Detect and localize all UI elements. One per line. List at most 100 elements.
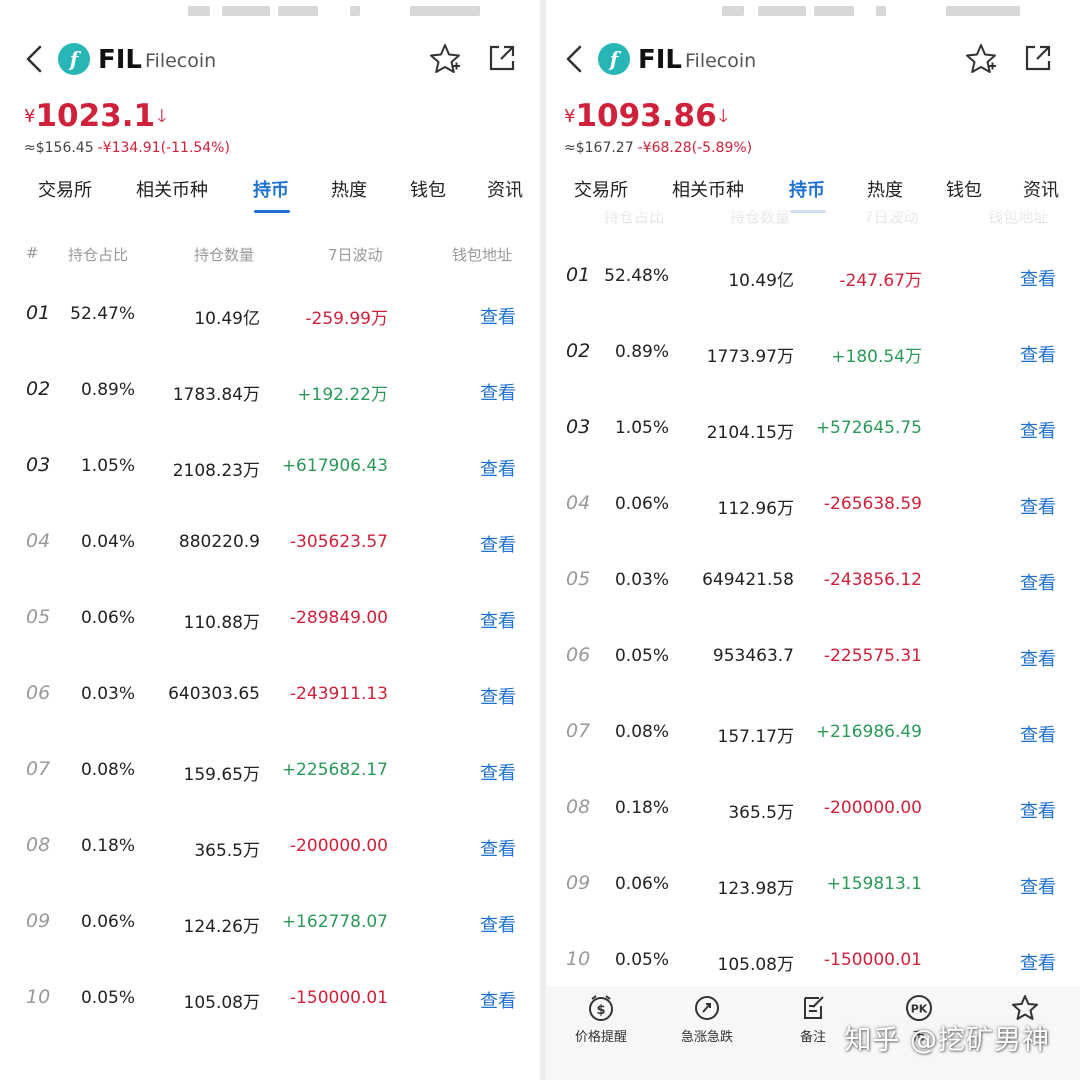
view-address-link[interactable]: 查看	[480, 987, 516, 1013]
holding-quantity: 105.08万	[183, 993, 260, 1013]
scroll-fade	[546, 200, 1080, 224]
rank-number: 05	[566, 568, 591, 590]
view-address-link[interactable]: 查看	[1020, 493, 1056, 519]
view-address-link[interactable]: 查看	[480, 531, 516, 557]
tab-heat[interactable]: 热度	[331, 176, 367, 202]
toolbar-label: 急涨急跌	[680, 1030, 733, 1045]
rank-number: 04	[566, 492, 591, 514]
surge-button[interactable]: 急涨急跌	[662, 994, 752, 1045]
holding-quantity: 110.88万	[183, 613, 260, 633]
holding-ratio: 0.06%	[80, 912, 135, 932]
top-bar: f FIL Filecoin	[546, 36, 1080, 82]
holding-quantity: 2104.15万	[706, 423, 794, 443]
rank-number: 07	[566, 720, 591, 742]
col-change: 7日波动	[328, 246, 383, 264]
table-row: 05 0.03% 649421.58 -243856.12 查看	[546, 568, 1080, 646]
weekly-change: -305623.57	[289, 532, 388, 552]
holding-ratio: 0.06%	[80, 608, 135, 628]
holding-ratio: 0.04%	[80, 532, 135, 552]
holding-quantity: 105.08万	[717, 955, 794, 975]
price-alert-icon: $	[589, 995, 613, 1021]
price-display: ¥1023.1 🡓	[24, 98, 166, 134]
holding-quantity: 880220.9	[178, 532, 260, 552]
holding-quantity: 10.49亿	[194, 309, 260, 329]
view-address-link[interactable]: 查看	[480, 835, 516, 861]
tab-news[interactable]: 资讯	[1023, 176, 1059, 202]
tab-related-coins[interactable]: 相关币种	[672, 176, 744, 202]
screenshot-right: f FIL Filecoin ¥1093.86 🡓 ≈$167.27 -¥68.28…	[540, 0, 1080, 1080]
price-down-icon: 🡓	[718, 106, 729, 127]
rank-number: 04	[26, 530, 51, 552]
tab-holdings[interactable]: 持币	[789, 176, 825, 202]
share-icon[interactable]	[1022, 42, 1054, 74]
weekly-change: -200000.00	[823, 798, 922, 818]
holding-quantity: 123.98万	[717, 879, 794, 899]
view-address-link[interactable]: 查看	[480, 683, 516, 709]
favorite-star-icon[interactable]	[428, 42, 462, 76]
coin-name: Filecoin	[145, 50, 217, 72]
view-address-link[interactable]: 查看	[1020, 341, 1056, 367]
status-bar	[0, 0, 540, 24]
price-change: -¥134.91(-11.54%)	[97, 140, 230, 156]
weekly-change: +159813.1	[826, 874, 922, 894]
tab-holdings[interactable]: 持币	[253, 176, 289, 202]
view-address-link[interactable]: 查看	[1020, 873, 1056, 899]
price-alert-button[interactable]: $ 价格提醒	[556, 994, 646, 1045]
view-address-link[interactable]: 查看	[480, 911, 516, 937]
share-icon[interactable]	[486, 42, 518, 74]
table-row: 02 0.89% 1773.97万 +180.54万 查看	[546, 340, 1080, 418]
holding-ratio: 0.18%	[80, 836, 135, 856]
holding-ratio: 0.03%	[614, 570, 669, 590]
table-row: 03 1.05% 2108.23万 +617906.43 查看	[0, 454, 540, 532]
currency-symbol: ¥	[24, 106, 36, 127]
rank-number: 10	[26, 986, 51, 1008]
rank-number: 01	[566, 264, 591, 286]
holding-ratio: 0.05%	[80, 988, 135, 1008]
view-address-link[interactable]: 查看	[1020, 721, 1056, 747]
weekly-change: +225682.17	[281, 760, 388, 780]
view-address-link[interactable]: 查看	[480, 455, 516, 481]
tab-wallet[interactable]: 钱包	[410, 176, 446, 202]
weekly-change: -243856.12	[823, 570, 922, 590]
view-address-link[interactable]: 查看	[480, 303, 516, 329]
view-address-link[interactable]: 查看	[480, 379, 516, 405]
current-price: 1023.1	[35, 98, 156, 134]
rank-number: 08	[566, 796, 591, 818]
view-address-link[interactable]: 查看	[480, 759, 516, 785]
price-display: ¥1093.86 🡓	[564, 98, 728, 134]
holding-quantity: 640303.65	[168, 684, 260, 704]
filecoin-logo-icon: f	[58, 43, 90, 75]
price-down-icon: 🡓	[157, 106, 167, 127]
table-row: 01 52.48% 10.49亿 -247.67万 查看	[546, 264, 1080, 342]
favorite-star-icon[interactable]	[964, 42, 998, 76]
view-address-link[interactable]: 查看	[480, 607, 516, 633]
holding-quantity: 157.17万	[717, 727, 794, 747]
note-icon	[804, 996, 824, 1019]
holding-quantity: 10.49亿	[728, 271, 794, 291]
tab-exchange[interactable]: 交易所	[574, 176, 628, 202]
filecoin-logo-icon: f	[598, 43, 630, 75]
tab-related-coins[interactable]: 相关币种	[136, 176, 208, 202]
view-address-link[interactable]: 查看	[1020, 645, 1056, 671]
view-address-link[interactable]: 查看	[1020, 797, 1056, 823]
rank-number: 09	[566, 872, 591, 894]
tab-heat[interactable]: 热度	[867, 176, 903, 202]
view-address-link[interactable]: 查看	[1020, 949, 1056, 975]
tab-news[interactable]: 资讯	[487, 176, 523, 202]
tab-exchange[interactable]: 交易所	[38, 176, 92, 202]
back-icon[interactable]	[20, 42, 48, 76]
back-icon[interactable]	[560, 42, 588, 76]
tab-wallet[interactable]: 钱包	[946, 176, 982, 202]
holding-quantity: 1783.84万	[172, 385, 260, 405]
view-address-link[interactable]: 查看	[1020, 569, 1056, 595]
table-row: 09 0.06% 123.98万 +159813.1 查看	[546, 872, 1080, 950]
holding-quantity: 953463.7	[712, 646, 794, 666]
price-change: -¥68.28(-5.89%)	[637, 140, 753, 156]
view-address-link[interactable]: 查看	[1020, 265, 1056, 291]
weekly-change: +572645.75	[815, 418, 922, 438]
weekly-change: -150000.01	[823, 950, 922, 970]
weekly-change: -259.99万	[305, 309, 388, 329]
holding-ratio: 0.03%	[80, 684, 135, 704]
view-address-link[interactable]: 查看	[1020, 417, 1056, 443]
status-bar	[546, 0, 1080, 24]
